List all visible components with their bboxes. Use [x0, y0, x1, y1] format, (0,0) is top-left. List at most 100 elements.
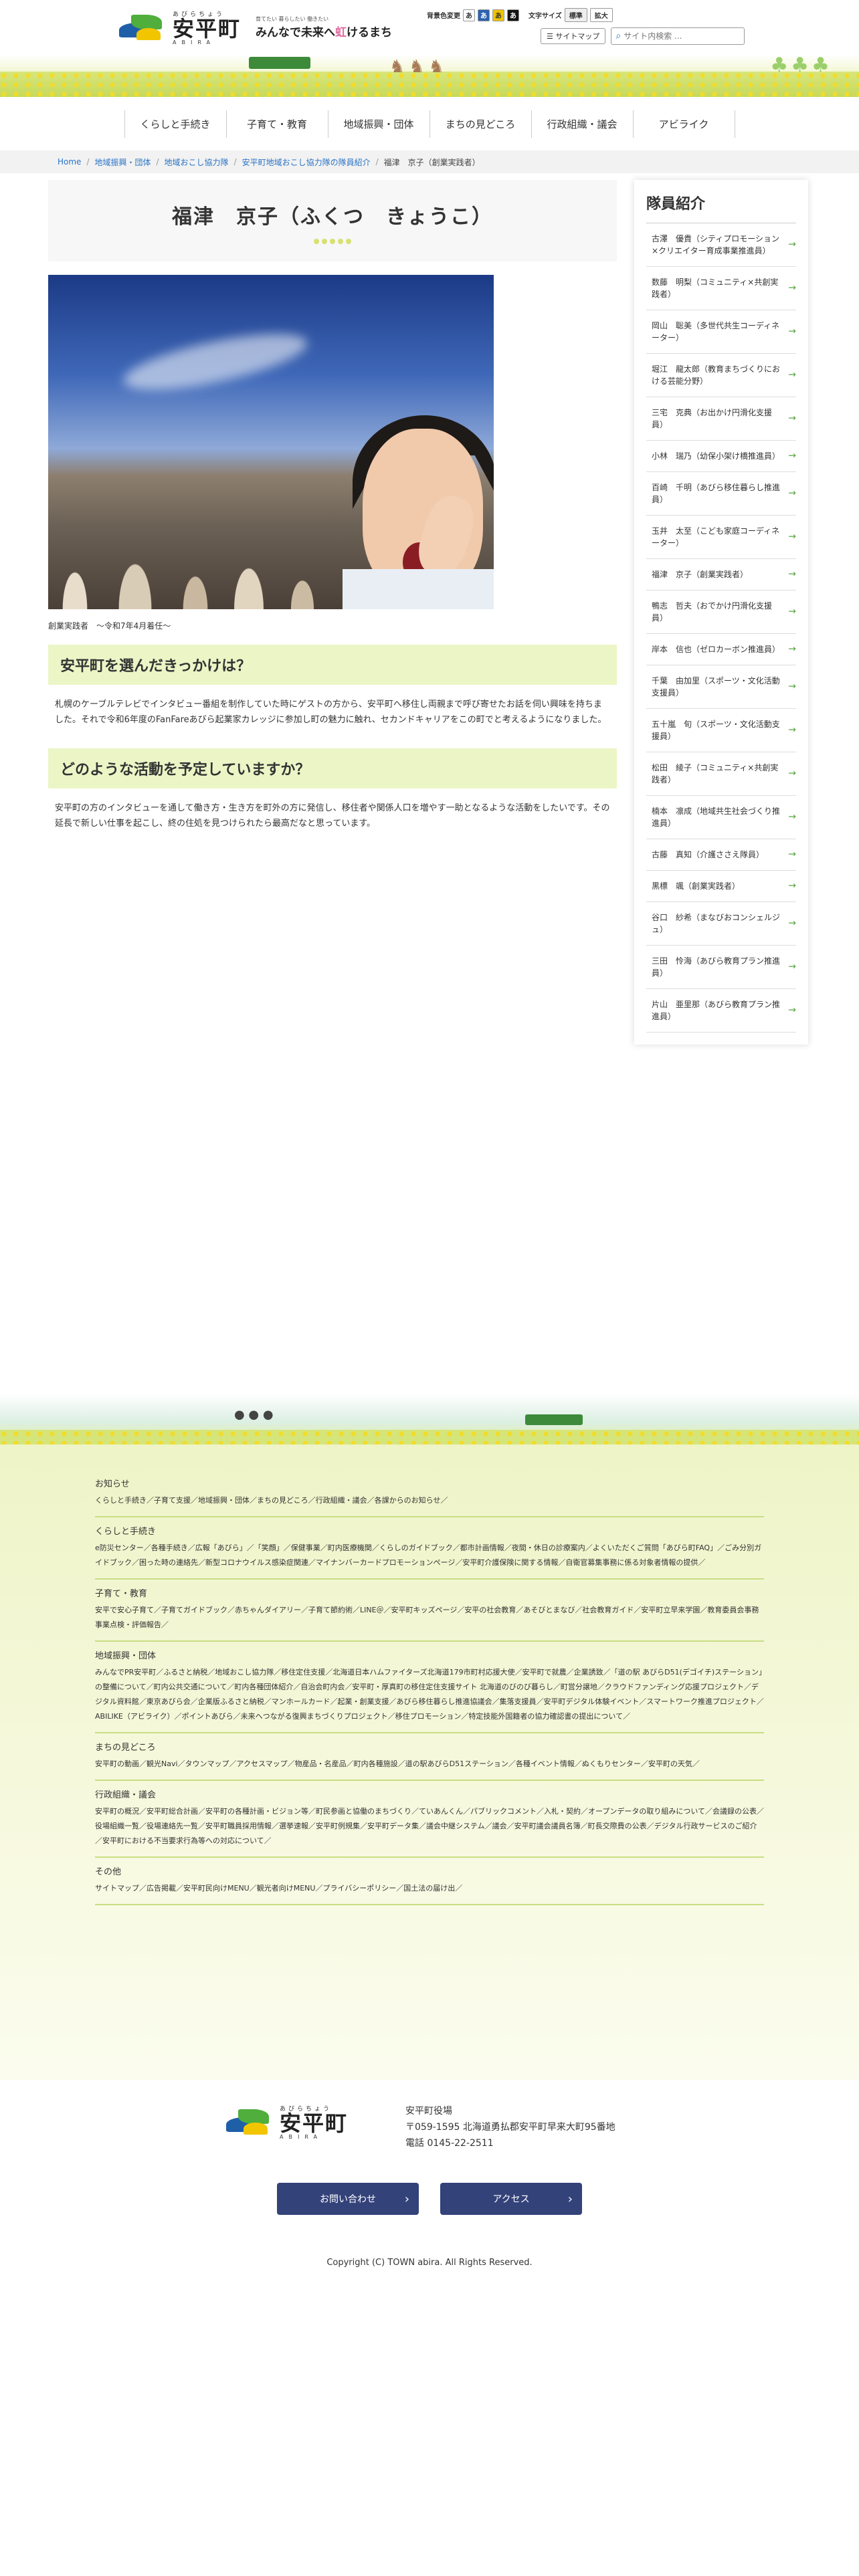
main-area: 福津 京子（ふくつ きょうこ） 創業実践者 ～令和7年4月着任～ 安平町を選んだ… [0, 173, 859, 1045]
tagline-small: 育てたい 暮らしたい 働きたい [256, 16, 329, 22]
text-size-label: 文字サイズ [529, 13, 562, 20]
member-link[interactable]: 五十嵐 旬（スポーツ・文化活動支援員） [646, 709, 796, 752]
breadcrumb-chiiki[interactable]: 地域振興・団体 [94, 156, 151, 168]
sitemap-link[interactable]: ☰ サイトマップ [541, 28, 606, 44]
footer-group-title[interactable]: まちの見どころ [95, 1740, 764, 1753]
footer-group-title[interactable]: お知らせ [95, 1477, 764, 1489]
search-icon[interactable]: ⌕ [615, 31, 621, 41]
gnav-item-abilike[interactable]: アビライク [634, 110, 735, 138]
member-link[interactable]: 岸本 信也（ゼロカーボン推進員） [646, 634, 796, 665]
office-address: 安平町役場 〒059-1595 北海道勇払郡安平町早来大町95番地 電話 014… [405, 2104, 615, 2151]
breadcrumb-kyoryokutai[interactable]: 地域おこし協力隊 [165, 156, 229, 168]
breadcrumb-home[interactable]: Home [58, 157, 81, 167]
header-tools: 背景色変更 あ あ あ あ 文字サイズ 標準 拡大 ☰ サイトマップ ⌕ [427, 8, 761, 45]
train-icon [525, 1414, 583, 1425]
footer-group-links[interactable]: e防災センター／各種手続き／広報「あびら」／「笑顔」／保健事業／町内医療機関／く… [95, 1541, 764, 1570]
footer-group-links[interactable]: 安平で安心子育て／子育てガイドブック／赤ちゃんダイアリー／子育て節約術／LINE… [95, 1603, 764, 1632]
member-photo [48, 275, 494, 609]
footer-group-title[interactable]: 行政組織・議会 [95, 1788, 764, 1800]
section-heading-reason: 安平町を選んだきっかけは？ [48, 645, 617, 685]
member-link[interactable]: 松田 綾子（コミュニティ×共創実践者） [646, 752, 796, 796]
member-link[interactable]: 百崎 千明（あびら移住暮らし推進員） [646, 472, 796, 516]
logo-name: 安平町 [173, 16, 242, 41]
member-link[interactable]: 三田 怜海（あびら教育プラン推進員） [646, 946, 796, 989]
gnav-item-chiiki[interactable]: 地域振興・団体 [328, 110, 430, 138]
footer-logo-name: 安平町 [280, 2111, 349, 2136]
footer-group-links[interactable]: みんなでPR安平町／ふるさと納税／地域おこし協力隊／移住定住支援／北海道日本ハム… [95, 1665, 764, 1724]
gnav-item-midokoro[interactable]: まちの見どころ [430, 110, 532, 138]
footer-group-links[interactable]: くらしと手続き／子育て支援／地域振興・団体／まちの見どころ／行政組織・議会／各課… [95, 1493, 764, 1508]
tagline: 育てたい 暮らしたい 働きたい みんなで未来へ虹けるまち [256, 15, 392, 39]
footer-group-links[interactable]: 安平町の動画／観光Navi／タウンマップ／アクセスマップ／物産品・名産品／町内各… [95, 1757, 764, 1772]
bg-color-black-button[interactable]: あ [507, 9, 519, 21]
copyright: Copyright (C) TOWN abira. All Rights Res… [326, 2258, 533, 2268]
search-input[interactable] [624, 31, 738, 41]
tagline-main-highlight: 虹 [335, 26, 347, 39]
site-logo[interactable]: あびらちょう 安平町 ABIRA 育てたい 暮らしたい 働きたい みんなで未来へ… [119, 9, 392, 45]
page-title-box: 福津 京子（ふくつ きょうこ） [48, 180, 617, 261]
member-link[interactable]: 古藤 真知（介護ささえ隊員） [646, 839, 796, 871]
footer-group-title[interactable]: その他 [95, 1864, 764, 1877]
footer-group-title[interactable]: 地域振興・団体 [95, 1648, 764, 1661]
footer-info: あびらちょう 安平町 ABIRA 安平町役場 〒059-1595 北海道勇払郡安… [0, 2080, 859, 2280]
member-link[interactable]: 古澤 優貴（シティプロモーション×クリエイター育成事業推進員） [646, 223, 796, 267]
bg-color-label: 背景色変更 [427, 13, 460, 20]
office-postal-address: 〒059-1595 北海道勇払郡安平町早来大町95番地 [405, 2121, 615, 2133]
horse-icon: ♞♞♞ [389, 57, 448, 77]
member-link[interactable]: 小林 瑞乃（幼保小架け橋推進員） [646, 441, 796, 472]
gnav-item-kosodate[interactable]: 子育て・教育 [227, 110, 328, 138]
sitemap-label: サイトマップ [555, 32, 600, 41]
town-logo-mark-icon [226, 2105, 273, 2139]
train-icon [249, 57, 310, 69]
main-content: 福津 京子（ふくつ きょうこ） 創業実践者 ～令和7年4月着任～ 安平町を選んだ… [48, 180, 617, 1045]
contact-button[interactable]: お問い合わせ [277, 2183, 419, 2215]
footer-group-links[interactable]: 安平町の概況／安平町総合計画／安平町の各種計画・ビジョン等／町民参画と協働のまち… [95, 1804, 764, 1848]
footer-group-gyosei: 行政組織・議会 安平町の概況／安平町総合計画／安平町の各種計画・ビジョン等／町民… [95, 1781, 764, 1858]
footer-logo[interactable]: あびらちょう 安平町 ABIRA [226, 2104, 348, 2140]
site-header: ♞♞♞ ♣♣♣ あびらちょう 安平町 ABIRA 育てたい 暮らしたい 働きたい… [0, 0, 859, 97]
member-link[interactable]: 鴨志 哲夫（おでかけ円滑化支援員） [646, 591, 796, 634]
footer-group-news: お知らせ くらしと手続き／子育て支援／地域振興・団体／まちの見どころ／行政組織・… [95, 1470, 764, 1517]
section-body-reason: 札幌のケーブルテレビでインタビュー番組を制作していた時にゲストの方から、安平町へ… [55, 700, 607, 726]
sidebar-title: 隊員紹介 [646, 192, 796, 223]
member-link[interactable]: 谷口 紗希（まなびおコンシェルジュ） [646, 902, 796, 946]
footer-group-kosodate: 子育て・教育 安平で安心子育て／子育てガイドブック／赤ちゃんダイアリー／子育て節… [95, 1580, 764, 1642]
bg-color-white-button[interactable]: あ [463, 9, 475, 21]
footer-group-title[interactable]: くらしと手続き [95, 1524, 764, 1537]
text-size-large-button[interactable]: 拡大 [589, 8, 613, 22]
member-link[interactable]: 数藤 明梨（コミュニティ×共創実践者） [646, 267, 796, 310]
member-list: 古澤 優貴（シティプロモーション×クリエイター育成事業推進員） 数藤 明梨（コミ… [646, 223, 796, 1033]
member-link[interactable]: 三宅 克典（お出かけ円滑化支援員） [646, 397, 796, 441]
section-heading-plan: どのような活動を予定していますか？ [48, 748, 617, 788]
gnav-item-kurashi[interactable]: くらしと手続き [125, 110, 227, 138]
footer-illustration: ● ● ● [0, 1394, 859, 1444]
footer-group-chiiki: 地域振興・団体 みんなでPR安平町／ふるさと納税／地域おこし協力隊／移住定住支援… [95, 1642, 764, 1733]
member-link[interactable]: 楠本 凛成（地域共生社会づくり推進員） [646, 796, 796, 839]
footer-group-title[interactable]: 子育て・教育 [95, 1586, 764, 1599]
sidebar: 隊員紹介 古澤 優貴（シティプロモーション×クリエイター育成事業推進員） 数藤 … [634, 180, 808, 1045]
bg-color-blue-button[interactable]: あ [478, 9, 490, 21]
sitemap-icon: ☰ [547, 32, 556, 41]
text-size-normal-button[interactable]: 標準 [564, 8, 587, 22]
access-button[interactable]: アクセス [440, 2183, 582, 2215]
office-tel: 電話 0145-22-2511 [405, 2137, 494, 2149]
global-nav: くらしと手続き 子育て・教育 地域振興・団体 まちの見どころ 行政組織・議会 ア… [0, 97, 859, 150]
member-link[interactable]: 福津 京子（創業実践者） [646, 559, 796, 591]
footer-group-links[interactable]: サイトマップ／広告掲載／安平町民向けMENU／観光者向けMENU／プライバシーポ… [95, 1881, 764, 1896]
member-link[interactable]: 黒標 颯（創業実践者） [646, 871, 796, 902]
breadcrumb-member-list[interactable]: 安平町地域おこし協力隊の隊員紹介 [242, 156, 371, 168]
footer-group-other: その他 サイトマップ／広告掲載／安平町民向けMENU／観光者向けMENU／プライ… [95, 1858, 764, 1905]
member-link[interactable]: 堀江 龍太郎（教育まちづくりにおける芸能分野） [646, 354, 796, 397]
sheep-icon: ● ● ● [234, 1408, 274, 1422]
office-name: 安平町役場 [405, 2106, 452, 2117]
member-link[interactable]: 千葉 由加里（スポーツ・文化活動支援員） [646, 665, 796, 709]
breadcrumb-current: 福津 京子（創業実践者） [383, 157, 480, 167]
footer-links: お知らせ くらしと手続き／子育て支援／地域振興・団体／まちの見どころ／行政組織・… [0, 1444, 859, 2080]
member-link[interactable]: 岡山 聡美（多世代共生コーディネーター） [646, 310, 796, 354]
page-title: 福津 京子（ふくつ きょうこ） [172, 205, 493, 229]
gnav-item-gyosei[interactable]: 行政組織・議会 [532, 110, 634, 138]
footer-group-midokoro: まちの見どころ 安平町の動画／観光Navi／タウンマップ／アクセスマップ／物産品… [95, 1733, 764, 1781]
bg-color-yellow-button[interactable]: あ [492, 9, 504, 21]
member-link[interactable]: 片山 亜里那（あびら教育プラン推進員） [646, 989, 796, 1033]
member-link[interactable]: 玉井 太至（こども家庭コーディネーター） [646, 516, 796, 559]
